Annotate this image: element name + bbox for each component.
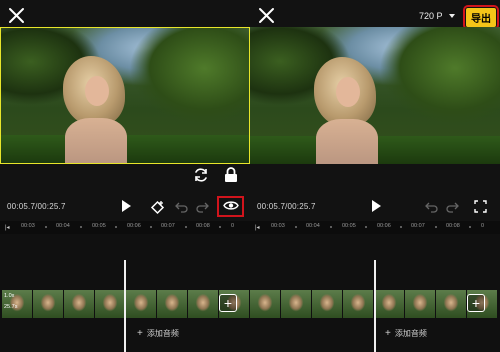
redo-icon[interactable]	[196, 200, 210, 214]
add-audio-label: 添加音频	[146, 329, 179, 338]
clip-thumbnail	[126, 290, 156, 318]
right-editor-panel: 720 P 导出 00:05.7/00:25.7 |◂ 00:03 00:04 …	[250, 0, 500, 352]
export-button[interactable]: 导出	[463, 5, 499, 30]
clip-thumbnail	[374, 290, 404, 318]
ruler-label: 00:03	[271, 223, 285, 229]
clip-thumbnail	[312, 290, 342, 318]
ruler-label: 00:07	[161, 223, 175, 229]
timeline-ruler[interactable]: |◂ 00:03 00:04 00:05 00:06 00:07 00:08 0	[0, 221, 250, 234]
video-preview[interactable]	[250, 27, 500, 164]
ruler-label: 00:05	[342, 223, 356, 229]
eye-icon	[222, 198, 239, 216]
left-editor-panel: 00:05.7/00:25.7 |◂ 00:03 00:04 00:05 00:…	[0, 0, 250, 352]
plus-icon: +	[223, 295, 233, 311]
clip-thumbnail	[188, 290, 218, 318]
clip-thumbnail	[405, 290, 435, 318]
ruler-label: 00:08	[446, 223, 460, 229]
clip-thumbnail	[250, 290, 280, 318]
plus-icon: +	[471, 295, 481, 311]
clip-thumbnail	[33, 290, 63, 318]
clip-thumbnail	[95, 290, 125, 318]
keyframe-icon[interactable]	[150, 200, 165, 215]
video-preview[interactable]	[0, 27, 250, 164]
playhead[interactable]	[124, 260, 126, 352]
refresh-icon[interactable]	[193, 167, 209, 183]
clip-thumbnail	[157, 290, 187, 318]
resolution-selector[interactable]: 720 P	[419, 11, 455, 21]
plus-icon: +	[137, 328, 143, 339]
ruler-label: 00:07	[411, 223, 425, 229]
clip-info: 1.0x 25.7s	[4, 291, 17, 313]
clip-thumbnail	[343, 290, 373, 318]
fullscreen-icon[interactable]	[474, 200, 488, 214]
add-audio-button[interactable]: + 添加音频	[137, 328, 179, 339]
video-clip-strip[interactable]	[2, 290, 250, 318]
time-display: 00:05.7/00:25.7	[257, 202, 316, 211]
add-audio-label: 添加音频	[394, 329, 427, 338]
add-clip-button[interactable]: +	[219, 294, 237, 312]
ruler-label: 0	[481, 223, 485, 229]
timeline-ruler[interactable]: |◂ 00:03 00:04 00:05 00:06 00:07 00:08 0	[250, 221, 500, 234]
ruler-label: 00:06	[127, 223, 141, 229]
close-icon[interactable]	[8, 7, 25, 24]
editor-screens: 00:05.7/00:25.7 |◂ 00:03 00:04 00:05 00:…	[0, 0, 500, 352]
undo-icon[interactable]	[425, 200, 439, 214]
resolution-label: 720 P	[419, 11, 443, 21]
ruler-label: 00:04	[306, 223, 320, 229]
clip-thumbnail	[281, 290, 311, 318]
ruler-label: 00:03	[21, 223, 35, 229]
video-subject	[59, 56, 129, 163]
time-display: 00:05.7/00:25.7	[7, 202, 66, 211]
play-icon[interactable]	[369, 199, 383, 213]
clip-duration: 25.7s	[4, 304, 18, 310]
playhead[interactable]	[374, 260, 376, 352]
add-audio-button[interactable]: + 添加音频	[385, 328, 427, 339]
play-icon[interactable]	[119, 199, 133, 213]
redo-icon[interactable]	[446, 200, 460, 214]
ruler-label: 00:06	[377, 223, 391, 229]
undo-icon[interactable]	[175, 200, 189, 214]
caret-down-icon	[448, 14, 455, 18]
ruler-label: 00:05	[92, 223, 106, 229]
ruler-label: 0	[231, 223, 235, 229]
lock-icon[interactable]	[224, 167, 238, 183]
clip-thumbnail	[64, 290, 94, 318]
clip-speed: 1.0x	[4, 293, 15, 299]
preview-toggle-button[interactable]	[217, 196, 244, 217]
plus-icon: +	[385, 328, 391, 339]
add-clip-button[interactable]: +	[467, 294, 485, 312]
ruler-label: 00:04	[56, 223, 70, 229]
video-subject	[310, 57, 380, 164]
close-icon[interactable]	[258, 7, 275, 24]
clip-thumbnail	[436, 290, 466, 318]
ruler-label: 00:08	[196, 223, 210, 229]
